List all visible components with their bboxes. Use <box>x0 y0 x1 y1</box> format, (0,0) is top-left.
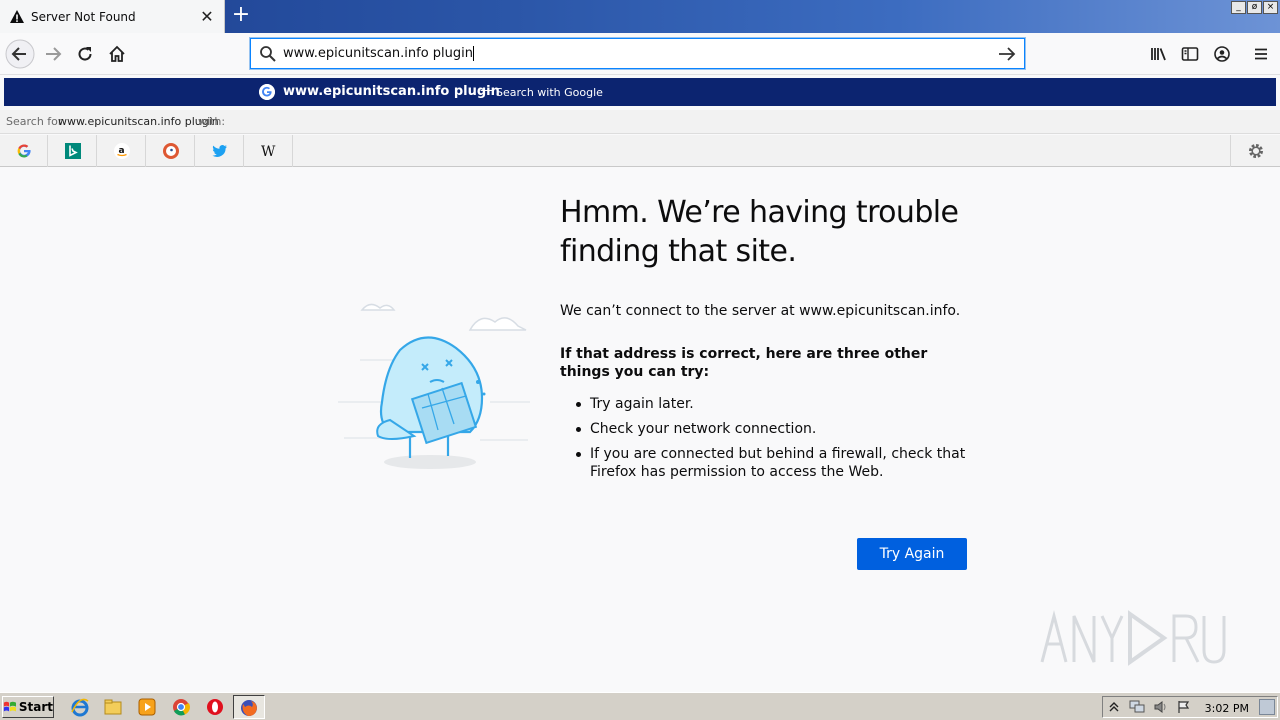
menu-button[interactable] <box>1246 40 1276 68</box>
twitter-icon <box>212 145 227 157</box>
gear-icon <box>1248 144 1263 158</box>
title-bar: Server Not Found ✕ + _ ø × <box>0 0 1280 33</box>
window-controls: _ ø × <box>1231 1 1278 14</box>
error-hint: If that address is correct, here are thr… <box>560 346 928 380</box>
amazon-icon: a <box>113 143 130 159</box>
bing-search-button[interactable] <box>49 135 97 167</box>
start-label: Start <box>18 700 53 714</box>
forward-arrow-icon <box>46 47 62 61</box>
chrome-icon[interactable] <box>171 697 191 717</box>
suggestion-separator: — <box>480 83 493 98</box>
opera-icon[interactable] <box>205 697 225 717</box>
home-button[interactable] <box>102 40 132 68</box>
tab-server-not-found[interactable]: Server Not Found ✕ <box>0 0 225 33</box>
google-icon <box>17 144 31 158</box>
firefox-icon <box>241 700 257 716</box>
search-for-suffix: with: <box>198 115 226 128</box>
network-icon[interactable] <box>1129 700 1145 714</box>
wikipedia-search-button[interactable]: W <box>245 135 293 167</box>
show-desktop-button[interactable] <box>1259 699 1275 715</box>
file-explorer-icon[interactable] <box>103 697 123 717</box>
action-center-flag-icon[interactable] <box>1177 700 1191 714</box>
try-again-button[interactable]: Try Again <box>857 538 967 570</box>
duckduckgo-search-button[interactable] <box>147 135 195 167</box>
internet-explorer-icon[interactable] <box>70 697 90 717</box>
search-icon <box>260 45 276 62</box>
one-off-search-engines: a W <box>0 135 1280 167</box>
forward-button[interactable] <box>38 40 68 68</box>
list-item: Check your network connection. <box>576 420 970 438</box>
search-for-label: Search for www.epicunitscan.info plugin … <box>0 110 1280 134</box>
go-arrow-icon[interactable] <box>996 43 1018 65</box>
start-button[interactable]: Start <box>2 696 54 718</box>
navigation-toolbar: www.epicunitscan.info plugin <box>0 33 1280 75</box>
back-arrow-icon <box>5 39 35 69</box>
bing-icon <box>64 143 81 159</box>
sidebar-icon <box>1181 47 1199 61</box>
account-icon <box>1214 46 1230 62</box>
taskbar: Start 3:02 PM <box>0 692 1280 720</box>
firefox-taskbar-button[interactable] <box>233 695 265 719</box>
list-item: Try again later. <box>576 395 970 413</box>
reload-icon <box>78 47 92 61</box>
show-hidden-icons-icon[interactable] <box>1109 701 1119 713</box>
home-icon <box>109 45 125 62</box>
anyrun-watermark-logo <box>1040 610 1226 666</box>
error-message: We can’t connect to the server at www.ep… <box>560 303 961 319</box>
autocomplete-suggestion[interactable]: www.epicunitscan.info plugin — Search wi… <box>4 78 1276 106</box>
suggestion-list: Try again later. Check your network conn… <box>576 395 970 481</box>
restore-button[interactable]: ø <box>1247 1 1262 14</box>
address-input[interactable]: www.epicunitscan.info plugin <box>283 46 996 61</box>
tab-title: Server Not Found <box>31 9 136 24</box>
error-title: Hmm. We’re having trouble finding that s… <box>560 195 959 269</box>
minimize-button[interactable]: _ <box>1231 1 1246 14</box>
system-tray: 3:02 PM <box>1102 696 1278 718</box>
address-bar[interactable]: www.epicunitscan.info plugin <box>250 38 1025 69</box>
windows-logo-icon <box>3 701 16 712</box>
wikipedia-icon: W <box>261 144 276 159</box>
close-window-button[interactable]: × <box>1263 1 1278 14</box>
error-illustration <box>338 303 530 469</box>
svg-text:W: W <box>261 144 276 159</box>
library-icon <box>1151 48 1166 61</box>
suggestion-query: www.epicunitscan.info plugin <box>283 84 500 99</box>
twitter-search-button[interactable] <box>196 135 244 167</box>
warning-icon <box>10 9 24 23</box>
duckduckgo-icon <box>162 143 179 159</box>
close-tab-icon[interactable]: ✕ <box>200 8 214 24</box>
new-tab-button[interactable]: + <box>229 4 253 28</box>
reload-button[interactable] <box>70 40 100 68</box>
library-button[interactable] <box>1144 40 1174 68</box>
search-settings-button[interactable] <box>1230 135 1280 167</box>
account-button[interactable] <box>1207 40 1237 68</box>
google-search-button[interactable] <box>0 135 48 167</box>
media-player-icon[interactable] <box>137 697 157 717</box>
hamburger-menu-icon <box>1255 48 1267 60</box>
amazon-search-button[interactable]: a <box>98 135 146 167</box>
suggestion-engine: Search with Google <box>496 86 603 99</box>
search-for-query: www.epicunitscan.info plugin <box>58 115 219 128</box>
volume-icon[interactable] <box>1153 700 1169 714</box>
back-button[interactable] <box>5 39 35 69</box>
error-content: Hmm. We’re having trouble finding that s… <box>560 193 970 488</box>
clock[interactable]: 3:02 PM <box>1205 702 1249 715</box>
list-item: If you are connected but behind a firewa… <box>576 445 970 481</box>
sidebar-button[interactable] <box>1175 40 1205 68</box>
google-icon <box>259 84 275 100</box>
search-for-prefix: Search for <box>6 115 63 128</box>
